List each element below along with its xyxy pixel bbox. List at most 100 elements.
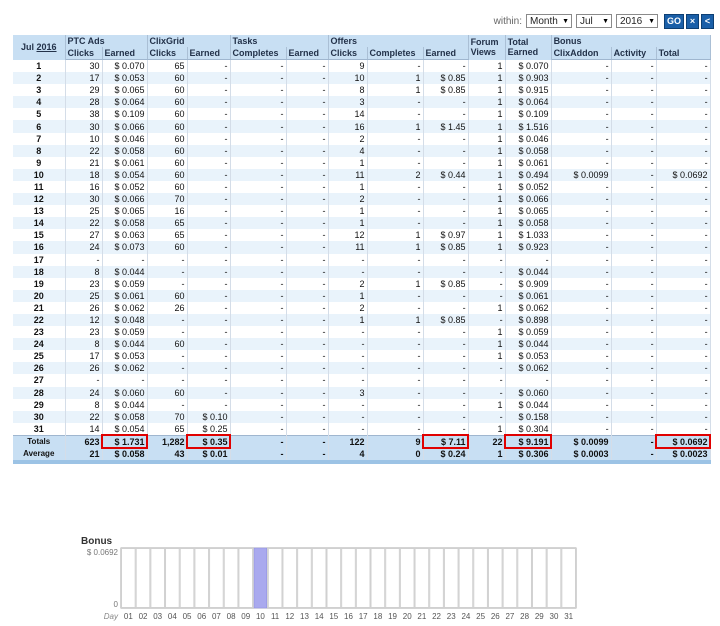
day-cell: 3 <box>13 84 66 97</box>
ptc-clicks-cell: 8 <box>65 398 103 411</box>
activity-cell: - <box>611 84 657 97</box>
forum-views-cell: - <box>468 362 506 375</box>
back-button[interactable]: < <box>701 13 714 29</box>
offers-earned-cell: $ 0.85 <box>423 277 469 290</box>
forum-views-cell: 1 <box>468 180 506 194</box>
earnings-table: Jul 2016 PTC Ads ClixGrid Tasks Offers F… <box>13 35 712 465</box>
clixgrid-clicks-cell: 60 <box>147 338 188 351</box>
tasks-completes-cell: - <box>230 72 287 85</box>
bonus-total-cell: - <box>656 180 711 194</box>
clixgrid-earned-totals-cell: $ 0.35 <box>186 434 232 449</box>
year-link[interactable]: 2016 <box>37 42 57 52</box>
clixgrid-clicks-cell: 16 <box>147 205 188 218</box>
ptc-clicks-cell: 18 <box>65 168 103 181</box>
year-select[interactable]: 2016 ▼ <box>616 14 658 28</box>
forum-views-cell: - <box>468 277 506 290</box>
total-earned-cell: $ 0.065 <box>505 205 552 218</box>
day-cell: 22 <box>13 313 66 327</box>
offers-completes-cell: - <box>367 326 424 339</box>
tasks-earned-cell: - <box>286 168 329 181</box>
chart-day-column <box>150 548 166 608</box>
bonus-total-cell: - <box>656 205 711 218</box>
offers-clicks-cell: - <box>328 265 368 278</box>
offers-completes-totals-cell: 9 <box>367 434 424 448</box>
ptc-earned-cell: $ 0.054 <box>102 168 148 181</box>
day-cell: 9 <box>13 156 66 169</box>
chart-day-column <box>429 548 444 608</box>
table-row: 7 10 $ 0.046 60- - -2- -1 $ 0.046- - - <box>13 132 711 145</box>
clixgrid-earned-cell: - <box>187 362 231 375</box>
clixgrid-earned-cell: - <box>187 132 231 145</box>
chart-day-column <box>165 548 180 608</box>
tasks-completes-average-cell: - <box>230 448 287 465</box>
clixgrid-earned-cell: - <box>187 84 231 97</box>
table-row: 19 23 $ 0.059- - - -2 1 $ 0.85- $ 0.909- - - <box>13 277 711 290</box>
day-cell: 18 <box>13 265 66 278</box>
day-cell: 27 <box>13 374 66 387</box>
offers-completes-cell: - <box>367 253 424 266</box>
clixgrid-clicks-cell: 60 <box>147 180 188 194</box>
table-row: 1 30 $ 0.070 65- - -9- -1 $ 0.070- - - <box>13 59 711 73</box>
ptc-clicks-cell: 24 <box>65 386 103 399</box>
ptc-clicks-cell: - <box>65 253 103 266</box>
clixaddon-cell: - <box>551 229 612 242</box>
clixaddon-cell: - <box>551 362 612 375</box>
chart-day-column <box>458 548 474 608</box>
total-earned-cell: $ 0.046 <box>505 132 552 145</box>
period-select[interactable]: Month ▼ <box>526 14 572 28</box>
clixgrid-earned-cell: - <box>187 338 231 351</box>
tasks-completes-cell: - <box>230 277 287 290</box>
tasks-completes-cell: - <box>230 386 287 399</box>
activity-cell: - <box>611 398 657 411</box>
forum-views-cell: 1 <box>468 108 506 121</box>
forum-views-cell: 1 <box>468 350 506 363</box>
go-button[interactable]: GO <box>664 13 684 29</box>
offers-clicks-cell: 4 <box>328 144 368 157</box>
close-button[interactable]: × <box>686 13 699 29</box>
ptc-clicks-cell: - <box>65 374 103 387</box>
forum-views-cell: 1 <box>468 229 506 242</box>
chart-x-tick-label: 16 <box>344 612 353 621</box>
clixgrid-clicks-cell: - <box>147 313 188 327</box>
ptc-clicks-cell: 27 <box>65 229 103 242</box>
day-cell: 10 <box>13 168 66 181</box>
table-row: 9 21 $ 0.061 60- - -1- -1 $ 0.061- - - <box>13 156 711 169</box>
chart-x-tick-label: 19 <box>388 612 397 621</box>
tasks-earned-cell: - <box>286 265 329 278</box>
tasks-completes-cell: - <box>230 253 287 266</box>
ptc-earned-cell: $ 0.070 <box>102 59 148 73</box>
activity-cell: - <box>611 96 657 109</box>
clixgrid-clicks-cell: - <box>147 253 188 266</box>
bonus-total-average-cell: $ 0.0023 <box>656 448 711 465</box>
day-cell: 4 <box>13 96 66 109</box>
offers-clicks-header: Clicks <box>328 47 368 60</box>
total-earned-cell: $ 0.903 <box>505 72 552 85</box>
tasks-earned-header: Earned <box>286 47 329 60</box>
total-earned-cell: $ 0.923 <box>505 241 552 254</box>
ptc-clicks-cell: 14 <box>65 422 103 436</box>
activity-cell: - <box>611 350 657 363</box>
table-row: 10 18 $ 0.054 60- - -11 2 $ 0.44 1 $ 0.494 $ 0.009… <box>13 168 711 181</box>
clixgrid-earned-cell: - <box>187 217 231 230</box>
clixgrid-clicks-cell: 60 <box>147 108 188 121</box>
total-earned-cell: $ 0.044 <box>505 338 552 351</box>
chart-x-tick-label: 21 <box>417 612 426 621</box>
bonus-total-totals-cell: $ 0.0692 <box>655 434 712 449</box>
chart-x-tick-label: 18 <box>373 612 382 621</box>
offers-earned-cell: - <box>423 301 469 314</box>
bonus-total-cell: - <box>656 132 711 145</box>
offers-earned-cell: - <box>423 422 469 436</box>
total-earned-cell: $ 0.898 <box>505 313 552 327</box>
clixaddon-cell: - <box>551 193 612 206</box>
day-cell: 12 <box>13 193 66 206</box>
tasks-earned-cell: - <box>286 156 329 169</box>
day-cell: 15 <box>13 229 66 242</box>
activity-cell: - <box>611 265 657 278</box>
chart-x-tick-label: 15 <box>329 612 338 621</box>
day-cell: 28 <box>13 386 66 399</box>
offers-completes-cell: - <box>367 180 424 194</box>
month-select[interactable]: Jul ▼ <box>576 14 612 28</box>
chart-day-column <box>311 548 327 608</box>
clixgrid-earned-cell: - <box>187 108 231 121</box>
table-row: 2 17 $ 0.053 60- - -10 1 $ 0.85 1 $ 0.903- - - <box>13 72 711 85</box>
